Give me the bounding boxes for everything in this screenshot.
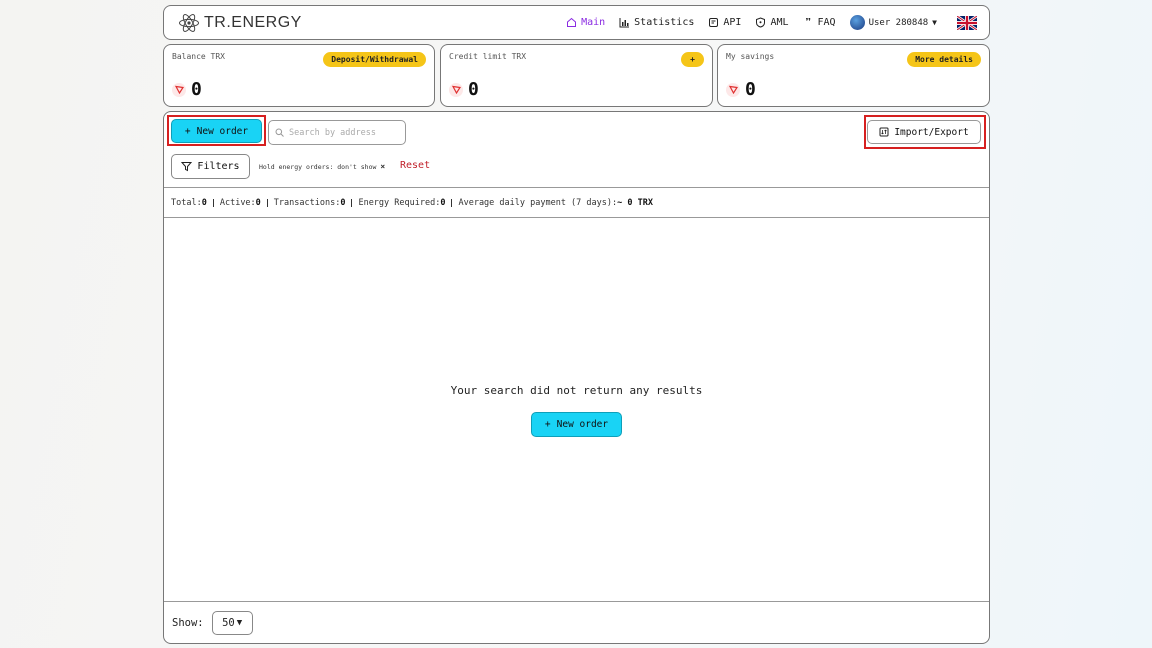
page-size-value: 50: [222, 616, 235, 629]
user-name: User 280848: [868, 17, 929, 28]
nav-api[interactable]: API: [708, 17, 741, 28]
import-export-button[interactable]: Import/Export: [867, 120, 981, 144]
add-credit-button[interactable]: +: [681, 52, 704, 67]
card-value: 0: [726, 79, 756, 100]
orders-toolbar: + New order Import/Export Filters Hold e…: [164, 112, 989, 188]
atom-logo-icon: [179, 13, 199, 32]
more-details-button[interactable]: More details: [907, 52, 981, 67]
search-box[interactable]: [268, 120, 406, 145]
uk-flag-icon[interactable]: [957, 15, 977, 30]
api-icon: [708, 17, 719, 28]
nav-aml-label: AML: [770, 17, 789, 28]
brand-name: TR.ENERGY: [204, 13, 302, 31]
balance-value: 0: [191, 79, 202, 100]
trx-icon: [449, 82, 463, 97]
divider: [451, 198, 453, 207]
filter-icon: [181, 162, 193, 172]
remove-filter-icon[interactable]: ×: [380, 162, 385, 171]
new-order-label: New order: [196, 125, 249, 137]
search-icon: [275, 128, 284, 137]
filters-label: Filters: [197, 161, 240, 172]
empty-new-order-button[interactable]: + New order: [531, 412, 622, 437]
page-size-select[interactable]: 50 ▼: [211, 610, 253, 635]
new-order-button[interactable]: + New order: [171, 119, 262, 143]
card-label: Credit limit TRX: [449, 52, 527, 61]
caret-down-icon: ▼: [932, 18, 937, 27]
stat-transactions: Transactions:0: [273, 197, 346, 208]
trx-icon: [172, 82, 186, 97]
trx-icon: [726, 82, 740, 97]
bar-chart-icon: [619, 17, 630, 28]
divider: [266, 198, 268, 207]
user-menu[interactable]: User 280848 ▼: [849, 15, 937, 30]
shield-icon: [755, 17, 766, 28]
divider: [212, 198, 214, 207]
orders-stats-bar: Total:0 Active:0 Transactions:0 Energy R…: [164, 188, 989, 218]
quote-icon: ❞: [804, 16, 812, 29]
empty-results-message: Your search did not return any results: [450, 384, 703, 397]
caret-down-icon: ▼: [236, 617, 243, 628]
reset-filters-link[interactable]: Reset: [400, 160, 430, 171]
filter-chip-label: Hold energy orders: don't show: [259, 162, 377, 171]
deposit-withdrawal-button[interactable]: Deposit/Withdrawal: [323, 52, 426, 67]
avatar: [849, 15, 865, 30]
show-label: Show:: [172, 616, 204, 629]
orders-panel: + New order Import/Export Filters Hold e…: [163, 111, 990, 644]
top-header: TR.ENERGY Main Statistics API AML ❞ FAQ …: [163, 5, 990, 40]
import-export-label: Import/Export: [894, 126, 969, 138]
filters-button[interactable]: Filters: [171, 154, 250, 179]
divider: [351, 198, 353, 207]
brand-logo[interactable]: TR.ENERGY: [178, 12, 302, 34]
savings-value: 0: [745, 79, 756, 100]
home-icon: [566, 17, 577, 28]
pagination-footer: Show: 50 ▼: [164, 601, 989, 643]
card-value: 0: [449, 79, 479, 100]
nav-main[interactable]: Main: [566, 17, 605, 28]
nav-main-label: Main: [581, 17, 606, 28]
filter-chip: Hold energy orders: don't show ×: [259, 162, 385, 171]
nav-statistics[interactable]: Statistics: [619, 17, 694, 28]
stat-active: Active:0: [219, 197, 261, 208]
credit-limit-value: 0: [468, 79, 479, 100]
search-input[interactable]: [289, 127, 399, 138]
savings-card: My savings More details 0: [717, 44, 990, 107]
stat-energy-required: Energy Required:0: [358, 197, 446, 208]
nav-faq-label: FAQ: [817, 17, 836, 28]
balance-card: Balance TRX Deposit/Withdrawal 0: [163, 44, 435, 107]
stat-total: Total:0: [171, 197, 207, 208]
plus-icon: +: [544, 419, 551, 430]
plus-icon: +: [184, 125, 191, 137]
credit-limit-card: Credit limit TRX + 0: [440, 44, 713, 107]
nav-aml[interactable]: AML: [755, 17, 789, 28]
import-export-icon: [879, 127, 889, 137]
nav-statistics-label: Statistics: [634, 17, 695, 28]
card-value: 0: [172, 79, 202, 100]
stat-average-daily-payment: Average daily payment (7 days):~ 0 TRX: [458, 197, 653, 208]
nav-faq[interactable]: ❞ FAQ: [803, 16, 836, 29]
main-nav: Main Statistics API AML ❞ FAQ User 28084…: [566, 15, 977, 30]
nav-api-label: API: [723, 17, 742, 28]
new-order-label: New order: [556, 419, 609, 430]
